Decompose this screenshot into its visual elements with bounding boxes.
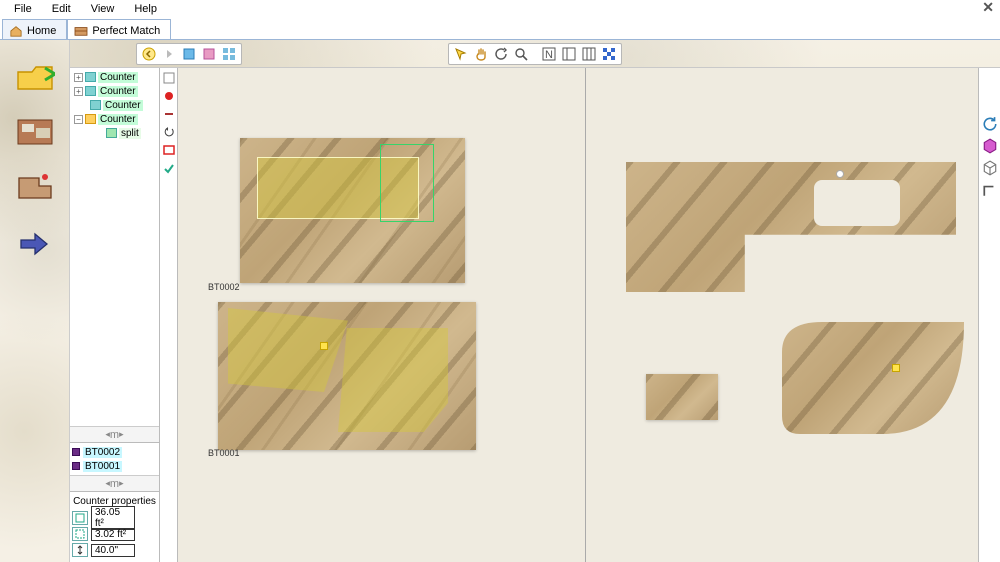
tab-bar: Home Perfect Match [0,18,1000,40]
right-tool-strip [978,68,1000,562]
tree-panel: +Counter +Counter Counter −Counter split… [70,68,160,562]
mini-dash[interactable] [161,106,177,122]
part-overlay-bottom-r[interactable] [338,328,448,432]
tab-perfect-match-label: Perfect Match [92,25,160,37]
prop-height: 40.0" [72,542,157,558]
mini-tool-column [160,68,178,562]
tree-node-counter-2[interactable]: Counter [72,98,157,112]
tool-square-pink[interactable] [200,45,218,63]
layout-icon[interactable] [13,166,57,206]
close-icon[interactable]: ✕ [982,0,994,14]
prop-perimeter: 3.02 ft² [72,526,157,542]
left-sidebar [0,40,70,562]
sink-cutout [814,180,900,226]
menu-edit[interactable]: Edit [42,1,81,17]
tree-node-counter-3[interactable]: −Counter [72,112,157,126]
tree-scroll[interactable]: ◂ m ▸ [70,426,159,442]
part-overlay-bottom-l[interactable] [228,308,348,392]
tab-perfect-match[interactable]: Perfect Match [67,19,171,39]
corner-icon[interactable] [982,182,998,198]
shape-counter-l[interactable] [626,162,956,292]
cube-icon[interactable] [982,138,998,154]
slab-bottom[interactable] [218,302,476,450]
tree-node-counter-0[interactable]: +Counter [72,70,157,84]
slab-list: BT0002 BT0001 [70,442,159,475]
tab-home[interactable]: Home [2,19,67,39]
export-icon[interactable] [13,220,57,260]
mini-new[interactable] [161,70,177,86]
prop-area: 36.05 ft² [72,510,157,526]
mini-red-dot[interactable] [161,88,177,104]
label-n-tool[interactable]: N [540,45,558,63]
layout-viewport[interactable] [586,68,978,562]
slab-top[interactable] [240,138,465,283]
mini-undo[interactable] [161,124,177,140]
svg-text:N: N [545,49,553,61]
slab-bottom-label: BT0001 [208,448,240,458]
rotate-tool[interactable] [492,45,510,63]
tree-node-counter-1[interactable]: +Counter [72,84,157,98]
menu-file[interactable]: File [4,1,42,17]
checker-tool[interactable] [600,45,618,63]
nav-tool-group [136,43,242,65]
refresh-icon[interactable] [982,116,998,132]
part-outline-top[interactable] [380,144,434,222]
menu-help[interactable]: Help [124,1,167,17]
counter-properties-panel: Counter properties 36.05 ft² 3.02 ft² 40… [70,491,159,562]
tool-square-blue[interactable] [180,45,198,63]
expand-icon[interactable]: + [74,87,83,96]
tab-home-label: Home [27,25,56,37]
zoom-tool[interactable] [512,45,530,63]
column-tool-1[interactable] [560,45,578,63]
toolbar: N [70,40,1000,68]
tool-grid[interactable] [220,45,238,63]
pan-tool[interactable] [472,45,490,63]
slab-list-scroll[interactable]: ◂ m ▸ [70,475,159,491]
column-tool-2[interactable] [580,45,598,63]
back-button[interactable] [140,45,158,63]
mini-check[interactable] [161,160,177,176]
slab-item-0[interactable]: BT0002 [72,445,157,459]
shape-small-rect[interactable] [646,374,718,420]
view-tool-group: N [448,43,622,65]
tree-node-split[interactable]: split [72,126,157,140]
cube-outline-icon[interactable] [982,160,998,176]
slab-top-label: BT0002 [208,282,240,292]
menu-bar: File Edit View Help [0,0,1000,18]
shape-leaf[interactable] [782,322,964,434]
forward-button[interactable] [160,45,178,63]
marker-leaf[interactable] [892,364,900,372]
menu-view[interactable]: View [81,1,125,17]
mini-rect-red[interactable] [161,142,177,158]
collapse-icon[interactable]: − [74,115,83,124]
open-file-icon[interactable] [13,58,57,98]
marker-l[interactable] [836,170,844,178]
slab-viewport[interactable]: BT0002 BT0001 [178,68,586,562]
marker-bottom[interactable] [320,342,328,350]
expand-icon[interactable]: + [74,73,83,82]
slab-photo-icon[interactable] [13,112,57,152]
slab-item-1[interactable]: BT0001 [72,459,157,473]
pointer-tool[interactable] [452,45,470,63]
